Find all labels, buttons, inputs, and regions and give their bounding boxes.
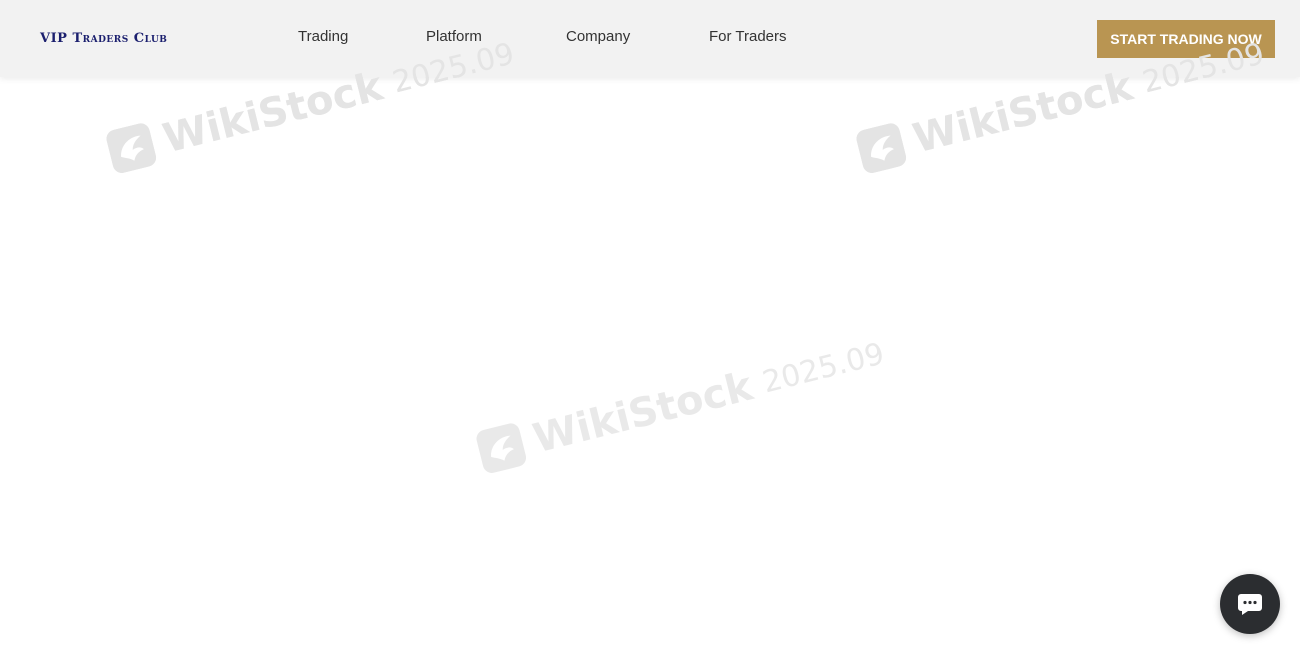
site-header: VIP Traders Club Trading Platform Compan… <box>0 0 1300 173</box>
watermark-date: 2025.09 <box>388 35 518 100</box>
wikistock-logo-icon <box>106 123 157 173</box>
wikistock-logo-icon <box>476 423 527 473</box>
watermark-brand: WikiStock <box>528 363 758 463</box>
watermark-brand: WikiStock <box>908 63 1138 163</box>
watermark-date: 2025.09 <box>758 335 888 400</box>
wikistock-logo-icon <box>106 123 157 173</box>
chat-bubble-icon <box>1238 594 1262 615</box>
start-trading-button[interactable]: START TRADING NOW <box>1097 20 1275 58</box>
watermark-brand: WikiStock <box>158 63 388 163</box>
page: VIP Traders Club Trading Platform Compan… <box>0 0 1300 654</box>
nav-company[interactable]: Company <box>566 28 630 45</box>
watermark-brand: WikiStock <box>158 63 388 163</box>
watermark-brand: WikiStock <box>908 63 1138 163</box>
nav-platform[interactable]: Platform <box>426 28 482 45</box>
wikistock-logo-icon <box>856 123 907 173</box>
wikistock-logo-icon <box>856 123 907 173</box>
nav-for-traders[interactable]: For Traders <box>709 28 787 45</box>
chat-button[interactable] <box>1220 574 1280 634</box>
brand-logo[interactable]: VIP Traders Club <box>40 31 167 46</box>
watermark: WikiStock 2025.09 <box>472 330 889 478</box>
watermark: WikiStock 2025.09 <box>102 30 519 178</box>
nav-trading[interactable]: Trading <box>298 28 348 45</box>
